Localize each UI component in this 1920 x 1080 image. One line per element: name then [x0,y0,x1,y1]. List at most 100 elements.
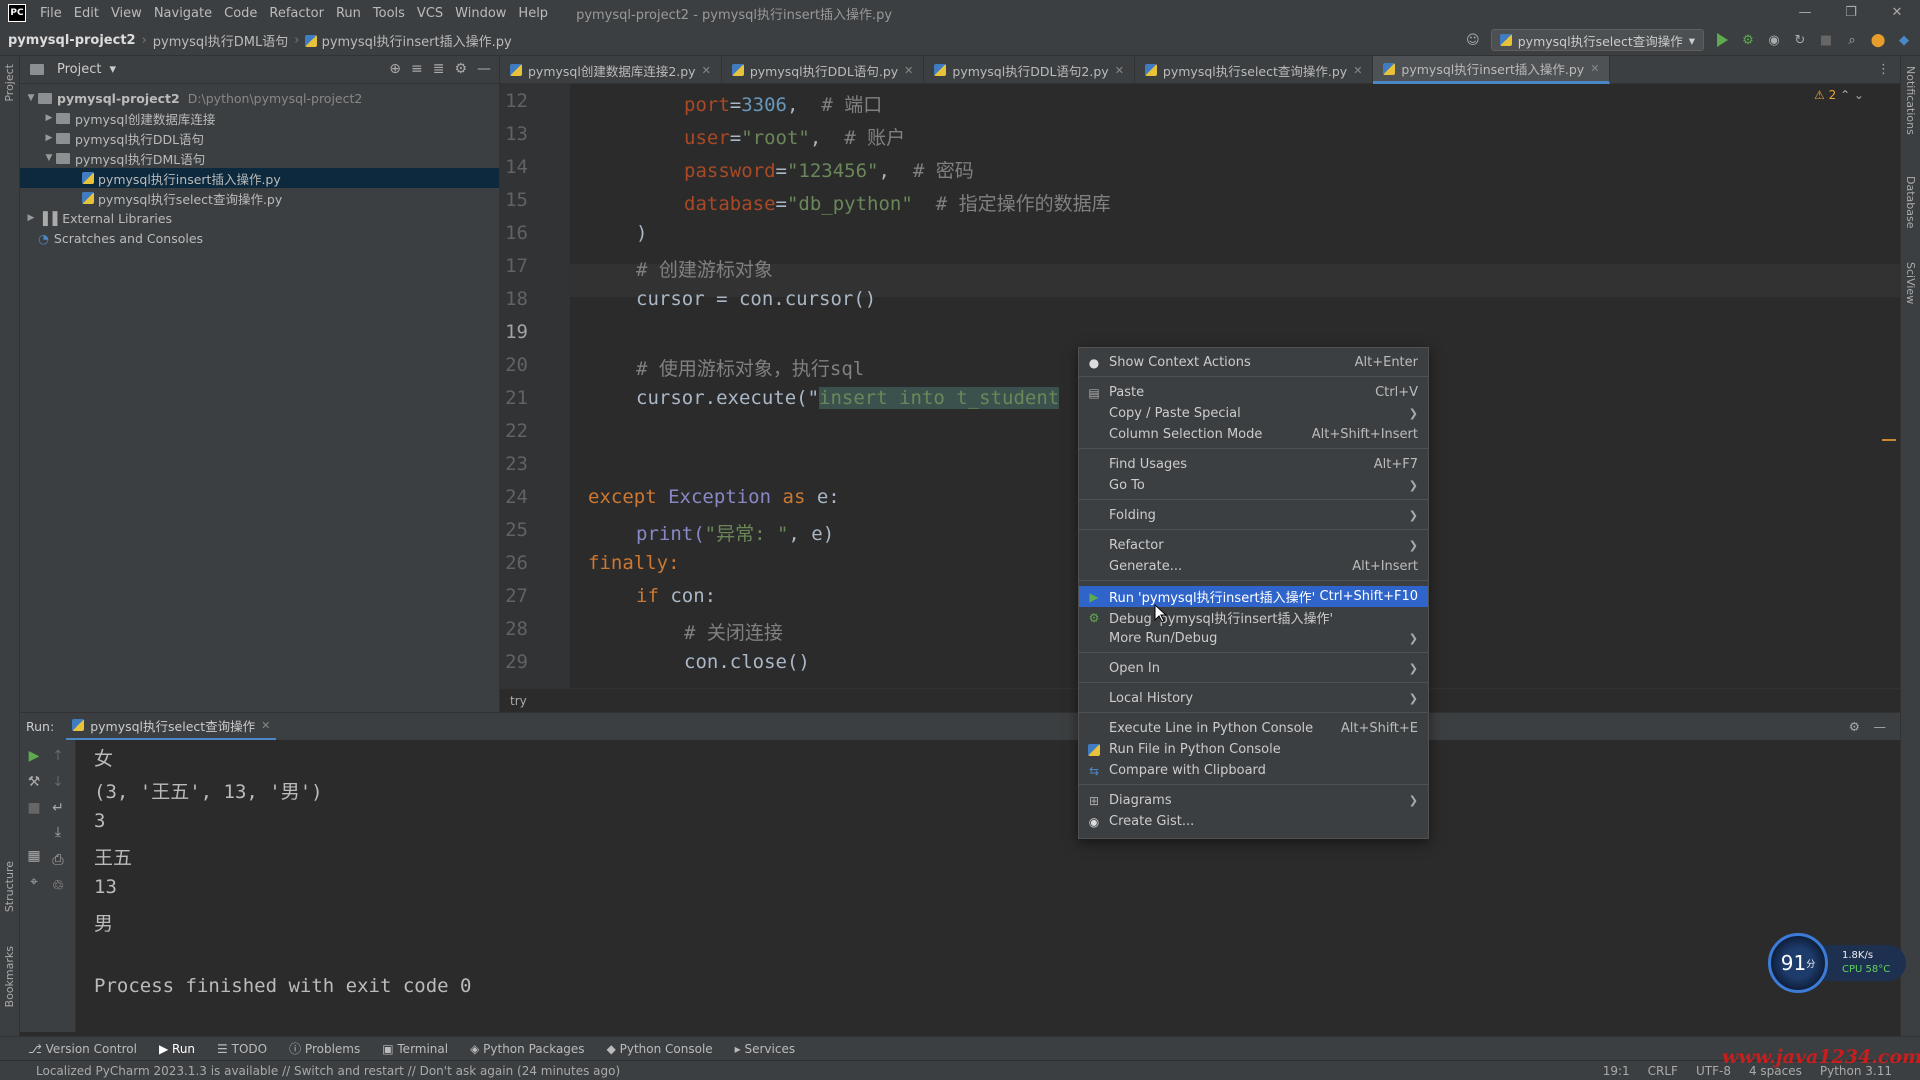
menu-item-diagrams[interactable]: ⊞ Diagrams ❯ [1079,790,1428,811]
locate-icon[interactable]: ⊕ [389,61,401,77]
rerun-icon[interactable]: ▶ [24,748,44,764]
wrench-icon[interactable]: ⚒ [24,774,44,790]
menu-item-copy-paste-special[interactable]: Copy / Paste Special ❯ [1079,403,1428,424]
menu-item-open-in[interactable]: Open In ❯ [1079,658,1428,679]
up-icon[interactable]: ↑ [48,748,68,764]
menu-edit[interactable]: Edit [68,6,105,21]
close-icon[interactable]: ✕ [1590,62,1599,75]
coverage-icon[interactable]: ◉ [1766,32,1782,48]
line-separator[interactable]: CRLF [1648,1064,1678,1078]
menu-refactor[interactable]: Refactor [263,6,330,21]
trash-icon[interactable]: ♲ [48,878,68,894]
tree-scratches[interactable]: ◔ Scratches and Consoles [20,228,499,248]
collapse-all-icon[interactable]: ≣ [433,61,445,77]
menu-item-folding[interactable]: Folding ❯ [1079,505,1428,526]
plugin-icon[interactable]: ◆ [1896,32,1912,48]
version-control-tool[interactable]: ⎇ Version Control [28,1042,137,1056]
layout-icon[interactable]: ▦ [24,848,44,864]
notifications-tool-button[interactable]: Notifications [1904,66,1917,135]
breadcrumb-folder[interactable]: pymysql执行DML语句 [153,31,288,50]
menu-code[interactable]: Code [218,6,263,21]
more-tabs-icon[interactable]: ⋮ [1877,62,1890,77]
project-tool-button[interactable]: Project [3,64,16,102]
structure-tool-button[interactable]: Structure [3,861,16,912]
stop-icon[interactable]: ■ [24,800,44,816]
restore-icon[interactable]: ❐ [1828,0,1874,26]
breadcrumb-file[interactable]: pymysql执行insert插入操作.py [322,31,512,50]
close-icon[interactable]: ✕ [702,64,711,77]
project-view-select[interactable]: Project [57,62,101,77]
services-tool[interactable]: ▸ Services [735,1042,795,1056]
menu-item-column-selection[interactable]: Column Selection Mode Alt+Shift+Insert [1079,424,1428,445]
menu-help[interactable]: Help [512,6,554,21]
tree-root[interactable]: ▼ pymysql-project2 D:\python\pymysql-pro… [20,88,499,108]
terminal-tool[interactable]: ▣ Terminal [382,1042,448,1056]
menu-item-debug[interactable]: ⚙ Debug 'pymysql执行insert插入操作' [1079,607,1428,628]
tree-file-selected[interactable]: pymysql执行insert插入操作.py [20,168,499,188]
problems-tool[interactable]: ⓘ Problems [289,1040,360,1057]
menu-file[interactable]: File [34,6,68,21]
menu-item-go-to[interactable]: Go To ❯ [1079,475,1428,496]
close-icon[interactable]: ✕ [261,719,270,732]
run-tool[interactable]: ▶ Run [159,1042,195,1056]
menu-item-run-file-console[interactable]: Run File in Python Console [1079,739,1428,760]
menu-item-generate[interactable]: Generate... Alt+Insert [1079,556,1428,577]
down-icon[interactable]: ↓ [48,774,68,790]
tree-folder[interactable]: ▶ pymysql执行DDL语句 [20,128,499,148]
close-icon[interactable]: ✕ [1874,0,1920,26]
run-output[interactable]: 女 (3, '王五', 13, '男') 3 王五 13 男 Process f… [76,740,1900,1032]
print-icon[interactable]: ⎙ [48,852,68,868]
hide-icon[interactable]: — [477,61,491,77]
gear-icon[interactable]: ⚙ [454,61,467,77]
menu-item-create-gist[interactable]: ◉ Create Gist... [1079,811,1428,832]
performance-widget[interactable]: 1.8K/s CPU 58°C 91 分 [1768,933,1908,993]
python-packages-tool[interactable]: ◈ Python Packages [470,1042,584,1056]
menu-item-run[interactable]: ▶ Run 'pymysql执行insert插入操作' Ctrl+Shift+F10 [1079,586,1428,607]
menu-item-compare-clipboard[interactable]: ⇆ Compare with Clipboard [1079,760,1428,781]
close-icon[interactable]: ✕ [1115,64,1124,77]
menu-navigate[interactable]: Navigate [148,6,218,21]
database-tool-button[interactable]: Database [1904,176,1917,229]
menu-item-find-usages[interactable]: Find Usages Alt+F7 [1079,454,1428,475]
chevron-down-icon[interactable]: ▾ [109,62,116,77]
user-icon[interactable]: ☺ [1465,32,1481,48]
run-icon[interactable] [1714,32,1730,48]
tree-folder[interactable]: ▼ pymysql执行DML语句 [20,148,499,168]
run-tab[interactable]: pymysql执行select查询操作 ✕ [66,713,277,741]
pin-icon[interactable]: ⌖ [24,874,44,890]
menu-item-refactor[interactable]: Refactor ❯ [1079,535,1428,556]
menu-item-paste[interactable]: ▤ Paste Ctrl+V [1079,382,1428,403]
tree-external-libraries[interactable]: ▶ ▐▐ External Libraries [20,208,499,228]
editor-tab[interactable]: pymysql执行DDL语句2.py ✕ [924,56,1135,84]
close-icon[interactable]: ✕ [904,64,913,77]
hide-icon[interactable]: — [1874,719,1887,734]
editor-tab[interactable]: pymysql执行DDL语句.py ✕ [722,56,925,84]
python-console-tool[interactable]: ◆ Python Console [607,1042,713,1056]
profile-icon[interactable]: ↻ [1792,32,1808,48]
stop-icon[interactable]: ■ [1818,32,1834,48]
run-configuration-select[interactable]: pymysql执行select查询操作 ▾ [1490,29,1704,51]
scroll-to-end-icon[interactable]: ⤓ [48,824,68,840]
debug-icon[interactable]: ⚙ [1740,32,1756,48]
update-icon[interactable]: ⬤ [1870,32,1886,48]
menu-item-execute-line[interactable]: Execute Line in Python Console Alt+Shift+… [1079,718,1428,739]
warning-indicator[interactable]: ⚠ 2 ⌃ ⌄ [1814,88,1864,102]
expand-all-icon[interactable]: ≡ [411,61,423,77]
bookmarks-tool-button[interactable]: Bookmarks [3,946,16,1007]
tree-file[interactable]: pymysql执行select查询操作.py [20,188,499,208]
search-icon[interactable]: ⌕ [1844,32,1860,48]
editor-tab-active[interactable]: pymysql执行insert插入操作.py ✕ [1373,56,1611,84]
menu-view[interactable]: View [105,6,148,21]
menu-item-local-history[interactable]: Local History ❯ [1079,688,1428,709]
sciview-tool-button[interactable]: SciView [1904,262,1917,304]
editor-tab[interactable]: pymysql执行select查询操作.py ✕ [1135,56,1374,84]
gear-icon[interactable]: ⚙ [1849,719,1860,734]
menu-item-show-context-actions[interactable]: ● Show Context Actions Alt+Enter [1079,352,1428,373]
close-icon[interactable]: ✕ [1353,64,1362,77]
menu-tools[interactable]: Tools [367,6,411,21]
todo-tool[interactable]: ☰ TODO [217,1042,267,1056]
soft-wrap-icon[interactable]: ↵ [48,800,68,816]
status-message[interactable]: Localized PyCharm 2023.1.3 is available … [36,1064,620,1078]
menu-vcs[interactable]: VCS [411,6,449,21]
breadcrumb-project[interactable]: pymysql-project2 [8,33,136,48]
